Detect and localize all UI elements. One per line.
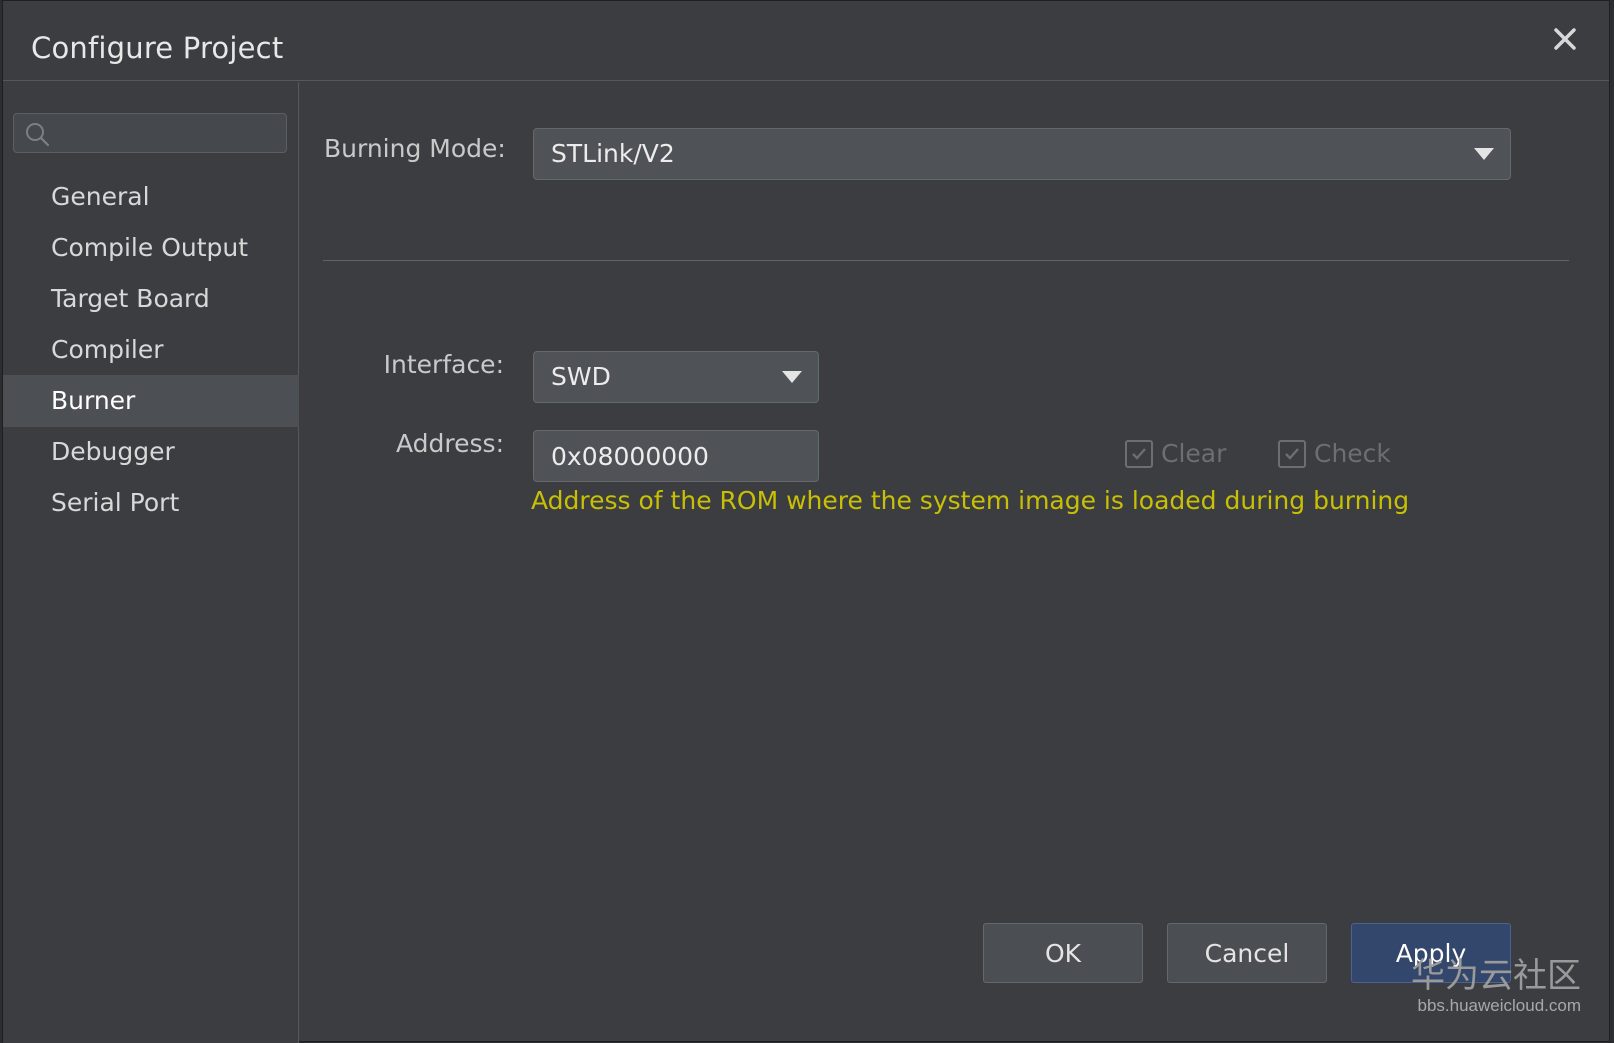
sidebar-item-debugger[interactable]: Debugger [3,426,299,478]
checkbox-box [1278,440,1306,468]
clear-label: Clear [1161,439,1227,468]
sidebar-item-label: Compiler [51,335,164,364]
checkbox-box [1125,440,1153,468]
interface-label: Interface: [383,350,504,379]
cancel-button[interactable]: Cancel [1167,923,1327,983]
apply-button[interactable]: Apply [1351,923,1511,983]
sidebar-item-label: Serial Port [51,488,180,517]
sidebar-item-serial-port[interactable]: Serial Port [3,477,299,529]
address-hint: Address of the ROM where the system imag… [531,486,1410,515]
search-input[interactable] [54,118,280,148]
dialog-titlebar: Configure Project [3,1,1609,81]
close-icon[interactable] [1549,23,1581,55]
sidebar-item-compile-output[interactable]: Compile Output [3,222,299,274]
sidebar-item-label: Compile Output [51,233,249,262]
sidebar-item-target-board[interactable]: Target Board [3,273,299,325]
sidebar-item-label: Debugger [51,437,175,466]
sidebar: General Compile Output Target Board Comp… [3,82,299,1043]
interface-select[interactable]: SWD [533,351,819,403]
search-icon [26,123,50,147]
interface-value: SWD [551,362,611,391]
address-label: Address: [396,429,504,458]
check-label: Check [1314,439,1391,468]
chevron-down-icon [782,371,802,383]
burning-mode-select[interactable]: STLink/V2 [533,128,1511,180]
burning-mode-value: STLink/V2 [551,139,675,168]
ok-button[interactable]: OK [983,923,1143,983]
search-box[interactable] [13,113,287,153]
sidebar-item-label: Target Board [51,284,210,313]
dialog-title: Configure Project [31,31,284,65]
sidebar-item-compiler[interactable]: Compiler [3,324,299,376]
clear-checkbox[interactable]: Clear [1125,438,1235,470]
sidebar-item-label: General [51,182,150,211]
checkmark-icon [1285,448,1299,460]
burner-settings-panel: Burning Mode: STLink/V2 Interface: SWD A… [300,82,1609,1041]
sidebar-item-burner[interactable]: Burner [3,375,299,427]
burning-mode-label: Burning Mode: [324,134,506,163]
address-input[interactable] [533,430,819,482]
sidebar-item-label: Burner [51,386,136,415]
sidebar-item-general[interactable]: General [3,171,299,223]
chevron-down-icon [1474,148,1494,160]
configure-project-dialog: Configure Project General Compile Output… [2,0,1610,1043]
checkmark-icon [1132,448,1146,460]
check-checkbox[interactable]: Check [1278,438,1398,470]
section-divider [323,260,1569,261]
